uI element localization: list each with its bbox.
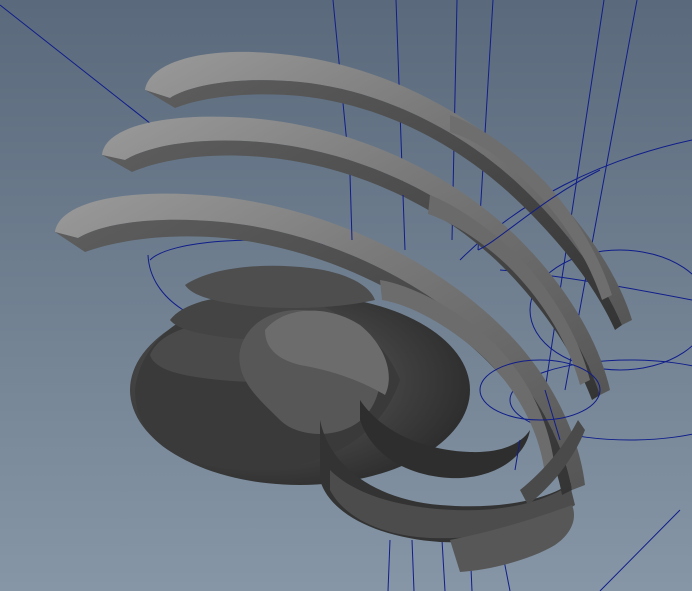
3d-viewport[interactable] <box>0 0 692 591</box>
viewport-scene[interactable] <box>0 0 692 591</box>
